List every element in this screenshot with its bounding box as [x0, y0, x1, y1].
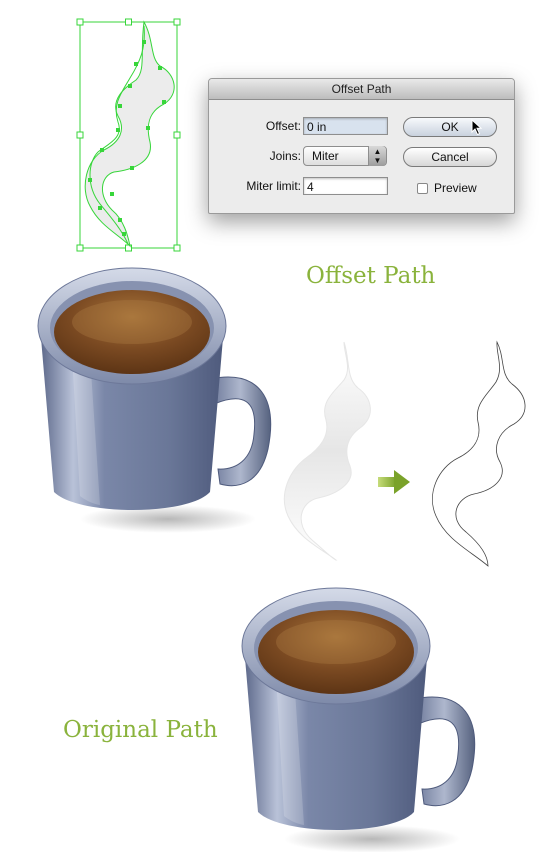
- miter-limit-input[interactable]: 4: [303, 177, 388, 195]
- joins-select[interactable]: Miter ▲ ▼: [303, 146, 387, 166]
- cancel-button[interactable]: Cancel: [403, 147, 497, 167]
- arrow-right-icon: [378, 470, 410, 494]
- steam-filled-shape: [283, 341, 371, 561]
- offset-input[interactable]: 0 in: [303, 117, 388, 135]
- dialog-title: Offset Path: [209, 79, 514, 100]
- miter-limit-label: Miter limit:: [246, 179, 301, 193]
- mouse-cursor-icon: [471, 119, 483, 136]
- select-arrows-icon: ▲ ▼: [368, 146, 386, 166]
- selected-steam-path[interactable]: [76, 18, 181, 252]
- joins-label: Joins:: [269, 149, 301, 163]
- joins-select-value: Miter: [312, 149, 339, 163]
- steam-outline-path: [432, 340, 526, 567]
- coffee-mug-large: [37, 267, 272, 534]
- heading-original-path: Original Path: [63, 717, 218, 743]
- heading-offset-path: Offset Path: [306, 263, 436, 289]
- coffee-mug-original: [241, 587, 476, 852]
- preview-checkbox[interactable]: [417, 183, 428, 194]
- preview-label: Preview: [434, 181, 477, 195]
- offset-label: Offset:: [265, 119, 301, 133]
- offset-path-dialog: Offset Path Offset: 0 in Joins: Miter ▲ ▼…: [208, 78, 515, 214]
